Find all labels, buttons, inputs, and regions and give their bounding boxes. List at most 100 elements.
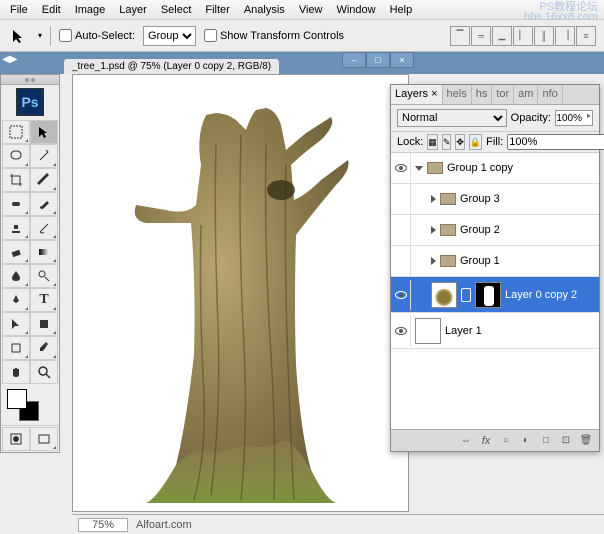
opacity-input[interactable] xyxy=(555,110,593,126)
lock-transparent-icon[interactable]: ▦ xyxy=(427,134,438,150)
path-select-tool[interactable] xyxy=(2,312,30,336)
visibility-toggle[interactable] xyxy=(391,316,411,346)
heal-tool[interactable] xyxy=(2,192,30,216)
eraser-tool[interactable] xyxy=(2,240,30,264)
quickmask-toggle[interactable] xyxy=(2,427,30,451)
layers-list: Group 1 copy Group 3 Group 2 Group 1 xyxy=(391,153,599,429)
layer-group-2[interactable]: Group 2 xyxy=(391,215,599,246)
menu-help[interactable]: Help xyxy=(384,2,419,17)
tab-channels[interactable]: hels xyxy=(443,85,472,104)
menu-edit[interactable]: Edit xyxy=(36,2,67,17)
pen-tool[interactable] xyxy=(2,288,30,312)
layer-group-3[interactable]: Group 3 xyxy=(391,184,599,215)
notes-tool[interactable] xyxy=(2,336,30,360)
fill-label: Fill: xyxy=(486,136,503,148)
menu-filter[interactable]: Filter xyxy=(199,2,235,17)
lock-position-icon[interactable]: ✥ xyxy=(455,134,465,150)
layer-1[interactable]: Layer 1 xyxy=(391,313,599,349)
auto-select-checkbox[interactable]: Auto-Select: xyxy=(59,29,135,42)
layers-panel-footer: ⇔ fx ○ ◐ □ ⊡ 🗑 xyxy=(391,429,599,451)
document-tab[interactable]: _tree_1.psd @ 75% (Layer 0 copy 2, RGB/8… xyxy=(64,59,279,74)
auto-select-dropdown[interactable]: Group xyxy=(143,26,196,46)
tab-info[interactable]: nfo xyxy=(538,85,562,104)
wand-tool[interactable] xyxy=(30,144,58,168)
tab-history[interactable]: tor xyxy=(492,85,514,104)
distribute-icon[interactable]: ≡ xyxy=(576,26,596,46)
gradient-tool[interactable] xyxy=(30,240,58,264)
dodge-tool[interactable] xyxy=(30,264,58,288)
tab-paths[interactable]: hs xyxy=(472,85,493,104)
menu-file[interactable]: File xyxy=(4,2,34,17)
menu-analysis[interactable]: Analysis xyxy=(238,2,291,17)
close-button[interactable]: × xyxy=(390,52,414,68)
folder-icon xyxy=(440,193,456,205)
blend-mode-dropdown[interactable]: Normal xyxy=(397,109,507,127)
zoom-level[interactable]: 75% xyxy=(78,518,128,532)
toolbox-grip[interactable] xyxy=(1,75,59,85)
tab-layers[interactable]: Layers × xyxy=(391,85,443,104)
folder-icon xyxy=(427,162,443,174)
new-group-icon[interactable]: □ xyxy=(537,433,555,449)
minimize-button[interactable]: – xyxy=(342,52,366,68)
dropdown-arrow-icon[interactable]: ▾ xyxy=(38,31,42,40)
shape-tool[interactable] xyxy=(30,312,58,336)
menu-window[interactable]: Window xyxy=(330,2,381,17)
tab-scroll-icon[interactable]: ◀▶ xyxy=(2,54,17,65)
mask-thumbnail[interactable] xyxy=(475,282,501,308)
menu-select[interactable]: Select xyxy=(155,2,198,17)
layer-0-copy-2[interactable]: Layer 0 copy 2 xyxy=(391,277,599,313)
align-right-icon[interactable]: ▕ xyxy=(555,26,575,46)
visibility-toggle[interactable] xyxy=(391,280,411,310)
visibility-toggle[interactable] xyxy=(391,215,411,245)
layer-group-1-copy[interactable]: Group 1 copy xyxy=(391,153,599,184)
lock-pixels-icon[interactable]: ✎ xyxy=(442,134,452,150)
fill-input[interactable] xyxy=(507,134,604,150)
layer-thumbnail[interactable] xyxy=(415,318,441,344)
align-bottom-icon[interactable]: ▁ xyxy=(492,26,512,46)
move-tool[interactable] xyxy=(30,120,58,144)
slice-tool[interactable] xyxy=(30,168,58,192)
visibility-toggle[interactable] xyxy=(391,153,411,183)
lock-all-icon[interactable]: 🔒 xyxy=(469,134,482,150)
link-mask-icon[interactable] xyxy=(461,288,471,302)
blend-mode-row: Normal Opacity: xyxy=(391,105,599,132)
stamp-tool[interactable] xyxy=(2,216,30,240)
window-controls: – □ × xyxy=(342,52,414,68)
tab-histogram[interactable]: am xyxy=(514,85,538,104)
align-left-icon[interactable]: ▏ xyxy=(513,26,533,46)
new-layer-icon[interactable]: ⊡ xyxy=(557,433,575,449)
lasso-tool[interactable] xyxy=(2,144,30,168)
layer-thumbnail[interactable] xyxy=(431,282,457,308)
history-brush-tool[interactable] xyxy=(30,216,58,240)
eyedropper-tool[interactable] xyxy=(30,336,58,360)
canvas-content-tree xyxy=(126,105,356,505)
align-hcenter-icon[interactable]: ║ xyxy=(534,26,554,46)
layer-group-1[interactable]: Group 1 xyxy=(391,246,599,277)
align-vcenter-icon[interactable]: ═ xyxy=(471,26,491,46)
screenmode-toggle[interactable] xyxy=(30,427,58,451)
adjustment-icon[interactable]: ◐ xyxy=(517,433,535,449)
delete-layer-icon[interactable]: 🗑 xyxy=(577,433,595,449)
color-swatches xyxy=(1,385,59,425)
visibility-toggle[interactable] xyxy=(391,246,411,276)
show-transform-checkbox[interactable]: Show Transform Controls xyxy=(204,29,344,42)
align-top-icon[interactable]: ▔ xyxy=(450,26,470,46)
zoom-tool[interactable] xyxy=(30,360,58,384)
menu-view[interactable]: View xyxy=(293,2,329,17)
blur-tool[interactable] xyxy=(2,264,30,288)
canvas[interactable] xyxy=(72,74,409,512)
mask-icon[interactable]: ○ xyxy=(497,433,515,449)
foreground-color-swatch[interactable] xyxy=(7,389,27,409)
menu-layer[interactable]: Layer xyxy=(113,2,153,17)
maximize-button[interactable]: □ xyxy=(366,52,390,68)
hand-tool[interactable] xyxy=(2,360,30,384)
type-tool[interactable]: T xyxy=(30,288,58,312)
menu-image[interactable]: Image xyxy=(69,2,112,17)
link-layers-icon[interactable]: ⇔ xyxy=(457,433,475,449)
visibility-toggle[interactable] xyxy=(391,184,411,214)
fx-icon[interactable]: fx xyxy=(477,433,495,449)
crop-tool[interactable] xyxy=(2,168,30,192)
marquee-tool[interactable] xyxy=(2,120,30,144)
align-buttons: ▔ ═ ▁ ▏ ║ ▕ ≡ xyxy=(450,26,596,46)
brush-tool[interactable] xyxy=(30,192,58,216)
